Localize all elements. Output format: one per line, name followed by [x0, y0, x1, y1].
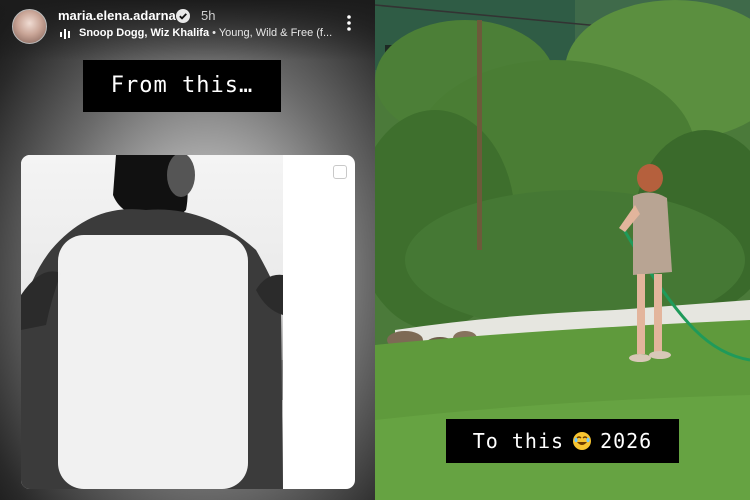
caption-bottom-text2: 2026 [600, 429, 653, 453]
more-vertical-icon[interactable] [346, 14, 352, 32]
profile-avatar[interactable] [12, 9, 47, 44]
music-bars-icon [60, 29, 70, 39]
caption-bottom-text1: To this [472, 429, 565, 453]
select-checkbox-icon[interactable] [333, 165, 347, 179]
profile-username[interactable]: maria.elena.adarna [58, 8, 176, 23]
story-left-panel: maria.elena.adarna 5h Snoop Dogg, Wiz Kh… [0, 0, 375, 500]
music-artists: Snoop Dogg, Wiz Khalifa [79, 27, 210, 39]
caption-top-text: From this… [110, 73, 254, 98]
post-time: 5h [201, 8, 216, 23]
verified-badge-icon [176, 9, 190, 23]
music-label[interactable]: Snoop Dogg, Wiz Khalifa • Young, Wild & … [79, 27, 332, 39]
caption-top: From this… [83, 60, 281, 112]
rolling-on-floor-laughing-emoji [573, 432, 592, 450]
music-song: • Young, Wild & Free (f... [209, 27, 333, 39]
blur-overlay [58, 235, 248, 489]
caption-bottom: To this 2026 [446, 419, 679, 463]
photo-card [21, 155, 355, 489]
